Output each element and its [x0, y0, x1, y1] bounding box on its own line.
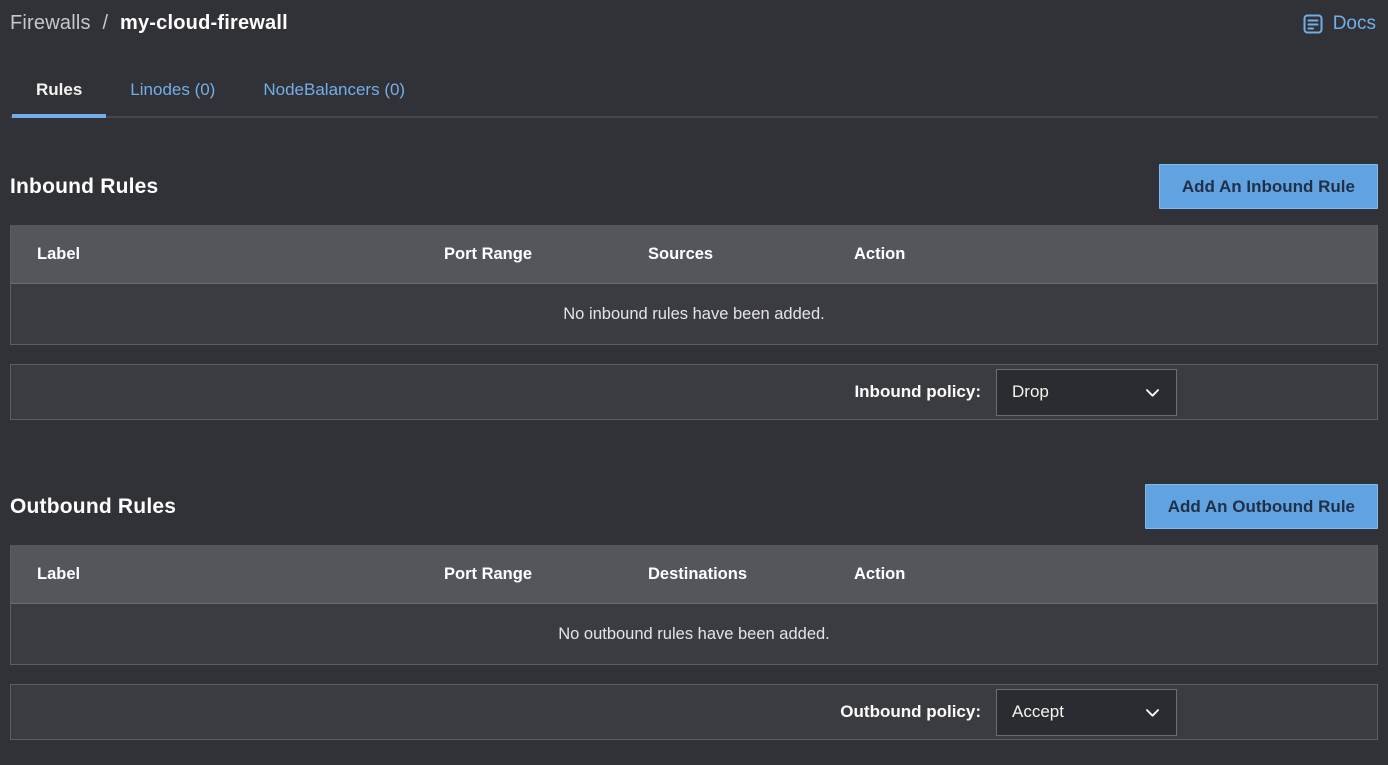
outbound-column-port-range: Port Range — [444, 565, 648, 584]
inbound-rules-title: Inbound Rules — [10, 175, 158, 199]
tab-linodes[interactable]: Linodes (0) — [106, 72, 239, 116]
docs-link[interactable]: Docs — [1301, 12, 1378, 36]
outbound-empty-message: No outbound rules have been added. — [558, 625, 830, 644]
outbound-policy-value: Accept — [1012, 702, 1064, 722]
header-bar: Firewalls / my-cloud-firewall Docs — [10, 12, 1378, 36]
chevron-down-icon — [1143, 383, 1162, 402]
outbound-empty-row: No outbound rules have been added. — [11, 604, 1377, 664]
inbound-rules-table: Label Port Range Sources Action No inbou… — [10, 225, 1378, 345]
breadcrumb-separator: / — [102, 12, 108, 34]
inbound-policy-label: Inbound policy: — [854, 382, 981, 402]
outbound-section-header: Outbound Rules Add An Outbound Rule — [10, 484, 1378, 529]
inbound-empty-row: No inbound rules have been added. — [11, 284, 1377, 344]
firewall-detail-page: Firewalls / my-cloud-firewall Docs Rules… — [0, 0, 1388, 765]
breadcrumb-firewalls-link[interactable]: Firewalls — [10, 12, 91, 34]
inbound-column-sources: Sources — [648, 245, 854, 264]
docs-link-label: Docs — [1333, 13, 1376, 35]
tab-bar: Rules Linodes (0) NodeBalancers (0) — [10, 72, 1378, 118]
inbound-policy-value: Drop — [1012, 382, 1049, 402]
tab-rules[interactable]: Rules — [12, 72, 106, 116]
add-outbound-rule-button[interactable]: Add An Outbound Rule — [1145, 484, 1378, 529]
outbound-rules-table: Label Port Range Destinations Action No … — [10, 545, 1378, 665]
inbound-column-action: Action — [854, 245, 974, 264]
breadcrumb: Firewalls / my-cloud-firewall — [10, 12, 288, 35]
add-inbound-rule-button[interactable]: Add An Inbound Rule — [1159, 164, 1378, 209]
outbound-policy-select[interactable]: Accept — [996, 689, 1177, 736]
outbound-table-header-row: Label Port Range Destinations Action — [11, 545, 1377, 604]
tab-nodebalancers[interactable]: NodeBalancers (0) — [239, 72, 429, 116]
inbound-policy-select[interactable]: Drop — [996, 369, 1177, 416]
outbound-column-label: Label — [11, 565, 444, 584]
inbound-column-port-range: Port Range — [444, 245, 648, 264]
outbound-column-destinations: Destinations — [648, 565, 854, 584]
document-icon — [1301, 12, 1325, 36]
outbound-rules-title: Outbound Rules — [10, 495, 176, 519]
inbound-table-header-row: Label Port Range Sources Action — [11, 225, 1377, 284]
chevron-down-icon — [1143, 703, 1162, 722]
outbound-policy-label: Outbound policy: — [840, 702, 981, 722]
inbound-empty-message: No inbound rules have been added. — [563, 305, 824, 324]
inbound-column-label: Label — [11, 245, 444, 264]
outbound-policy-row: Outbound policy: Accept — [10, 684, 1378, 740]
inbound-section-header: Inbound Rules Add An Inbound Rule — [10, 164, 1378, 209]
breadcrumb-current-firewall: my-cloud-firewall — [120, 12, 288, 34]
inbound-policy-row: Inbound policy: Drop — [10, 364, 1378, 420]
outbound-column-action: Action — [854, 565, 974, 584]
